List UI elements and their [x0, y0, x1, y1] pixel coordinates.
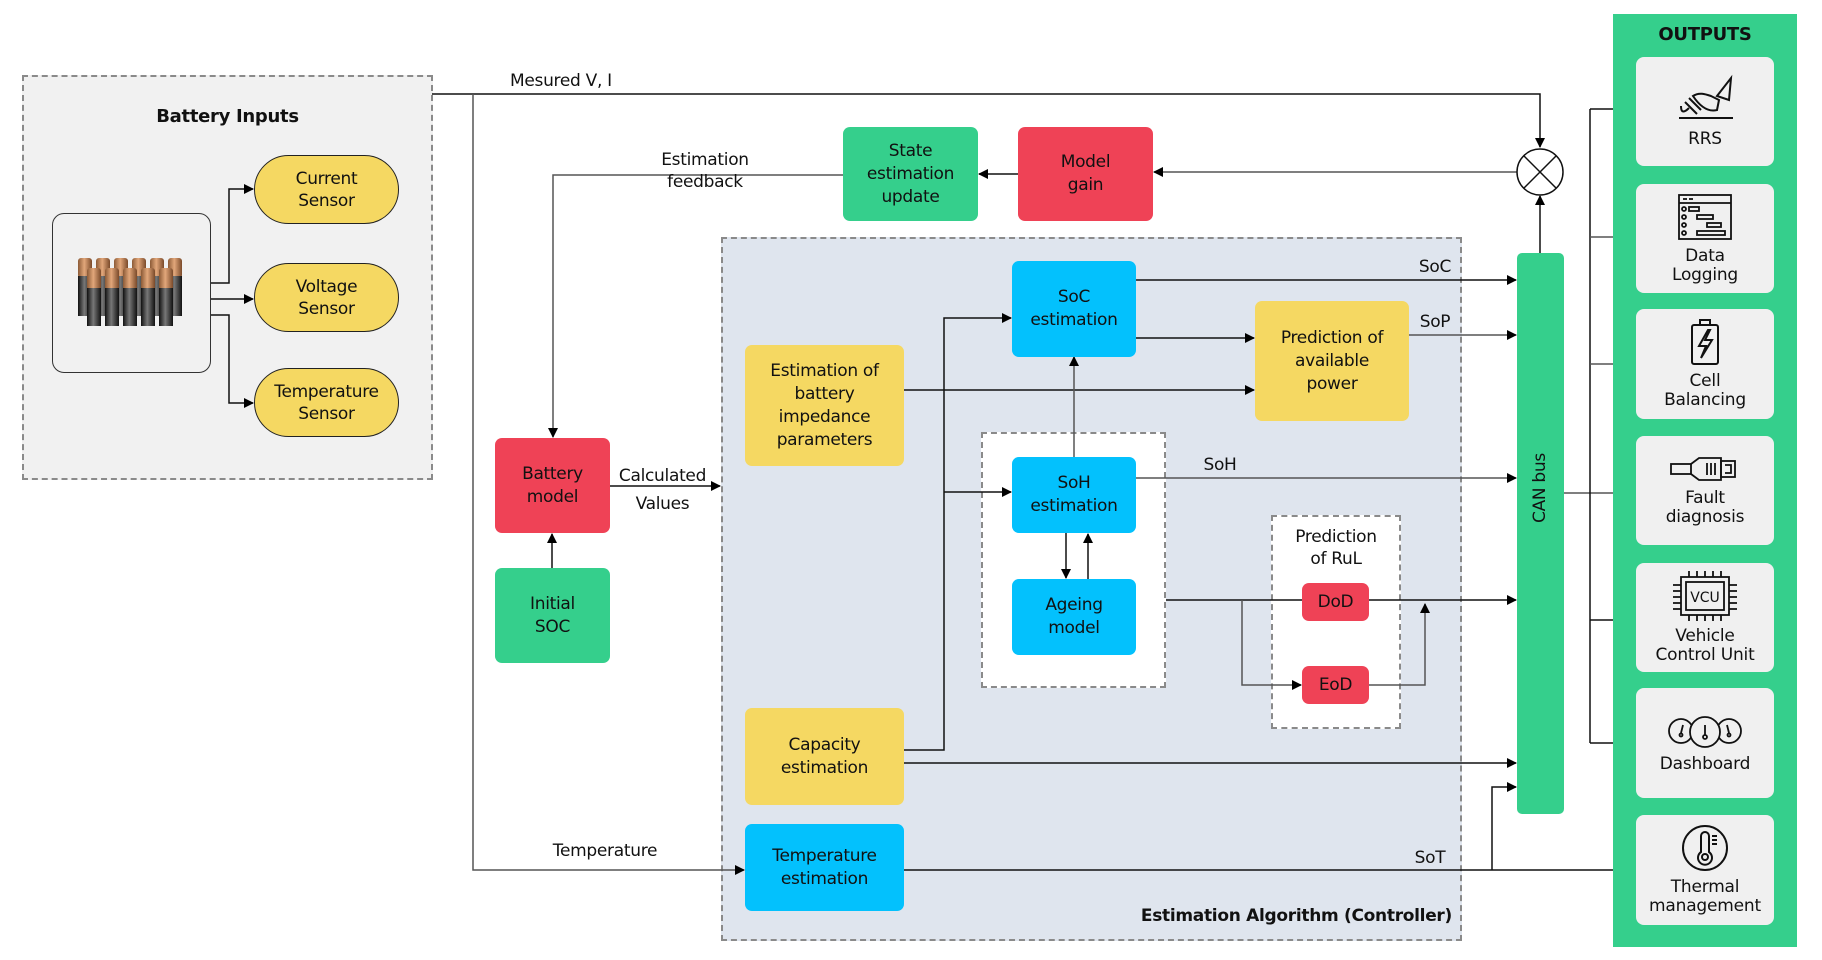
state-estimation-update-block: State estimation update: [843, 127, 978, 221]
brake-pedal-icon: [1679, 74, 1733, 119]
model-gain-block: Model gain: [1018, 127, 1153, 221]
controller-title: Estimation Algorithm (Controller): [1140, 906, 1452, 926]
soc-wire-label: SoC: [1418, 257, 1452, 277]
connector-plug-icon: [1670, 456, 1736, 481]
rul-title: Prediction of RuL: [1295, 527, 1377, 569]
battery-inputs-title: Battery Inputs: [156, 106, 299, 127]
outputs-title: OUTPUTS: [1658, 24, 1752, 45]
battery-model-block: Battery model: [495, 438, 610, 533]
can-bus-label: CAN bus: [1530, 453, 1550, 523]
vcu-chip-icon: VCU: [1673, 570, 1737, 621]
sot-wire-label: SoT: [1414, 848, 1446, 868]
data-log-icon: [1678, 193, 1732, 240]
thermometer-icon: [1682, 825, 1728, 871]
sop-wire-label: SoP: [1419, 312, 1451, 332]
output-label: RRS: [1688, 129, 1722, 149]
dod-block: DoD: [1302, 583, 1369, 621]
calculated-values-label: Calculated Values: [618, 466, 707, 514]
soh-wire-label: SoH: [1203, 455, 1237, 475]
vcu-chip-text: VCU: [1690, 590, 1720, 606]
battery-pack-box: [52, 213, 211, 373]
comparator-junction-icon: [1516, 148, 1564, 196]
soc-estimation-block: SoC estimation: [1012, 261, 1136, 357]
estimation-feedback-label: Estimation feedback: [661, 150, 749, 192]
initial-soc-block: Initial SOC: [495, 568, 610, 663]
power-prediction-block: Prediction of available power: [1255, 301, 1409, 421]
temperature-wire-label: Temperature: [552, 841, 658, 861]
temperature-estimation-block: Temperature estimation: [745, 824, 904, 911]
ageing-model-block: Ageing model: [1012, 579, 1136, 655]
output-card-thermal-management: Thermal management: [1636, 815, 1774, 925]
output-card-fault-diagnosis: Fault diagnosis: [1636, 436, 1774, 545]
temperature-sensor: Temperature Sensor: [254, 368, 399, 437]
output-label: Fault diagnosis: [1665, 487, 1745, 527]
output-label: Vehicle Control Unit: [1655, 625, 1755, 665]
output-card-rrs: RRS: [1636, 57, 1774, 166]
measured-vi-label: Mesured V, I: [510, 71, 612, 91]
output-label: Data Logging: [1671, 245, 1739, 285]
output-card-vehicle-control-unit: VCU Vehicle Control Unit: [1636, 563, 1774, 672]
output-label: Thermal management: [1649, 877, 1761, 916]
soh-estimation-block: SoH estimation: [1012, 457, 1136, 533]
battery-bolt-icon: [1691, 319, 1719, 365]
output-label: Cell Balancing: [1664, 371, 1746, 410]
output-card-dashboard: Dashboard: [1636, 688, 1774, 798]
eod-block: EoD: [1302, 666, 1369, 704]
output-card-data-logging: Data Logging: [1636, 184, 1774, 293]
current-sensor: Current Sensor: [254, 155, 399, 224]
output-card-cell-balancing: Cell Balancing: [1636, 309, 1774, 419]
capacity-estimation-block: Capacity estimation: [745, 708, 904, 805]
gauges-icon: [1668, 715, 1742, 748]
impedance-estimation-block: Estimation of battery impedance paramete…: [745, 345, 904, 466]
voltage-sensor: Voltage Sensor: [254, 263, 399, 332]
output-label: Dashboard: [1659, 753, 1751, 774]
battery-pack-icon: [78, 258, 182, 326]
